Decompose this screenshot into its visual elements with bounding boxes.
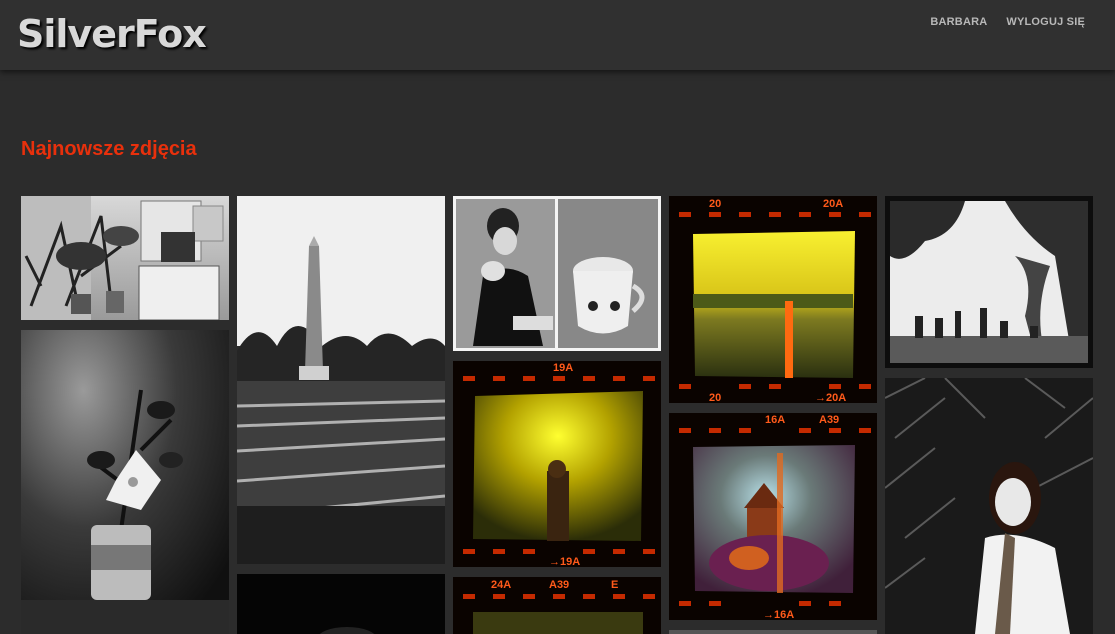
film-label: A39: [549, 579, 569, 591]
photo-diptych-tea[interactable]: [453, 196, 661, 351]
photo-trees-picnic[interactable]: [885, 196, 1093, 368]
photo-flower-jar[interactable]: [21, 330, 229, 634]
film-label: A39: [819, 414, 839, 426]
photo-film-lake[interactable]: 20 20A 20 →20A: [669, 196, 877, 403]
site-logo[interactable]: SilverFox: [17, 12, 207, 56]
film-label: 20A: [823, 198, 843, 210]
film-label: →20A: [815, 392, 846, 403]
film-label: →16A: [763, 609, 794, 620]
page-title: Najnowsze zdjęcia: [21, 138, 197, 160]
photo-film-figure[interactable]: 19A →19A: [453, 361, 661, 567]
film-label: E: [611, 579, 618, 591]
film-label: →19A: [549, 556, 580, 567]
photo-plants-interior[interactable]: [21, 196, 229, 320]
user-nav: BARBARA WYLOGUJ SIĘ: [930, 16, 1085, 28]
photo-film-house[interactable]: 16A A39 →16A: [669, 413, 877, 620]
nav-user-link[interactable]: BARBARA: [930, 16, 987, 28]
photo-dark[interactable]: [237, 574, 445, 634]
film-label: 20: [709, 198, 721, 210]
film-label: 16A: [765, 414, 785, 426]
film-label: 24A: [491, 579, 511, 591]
nav-logout-link[interactable]: WYLOGUJ SIĘ: [1006, 16, 1085, 28]
top-bar: SilverFox BARBARA WYLOGUJ SIĘ: [0, 0, 1115, 70]
photo-portrait-woman[interactable]: [885, 378, 1093, 634]
photo-partial[interactable]: [669, 630, 877, 634]
photo-obelisk-cemetery[interactable]: [237, 196, 445, 564]
film-label: 20: [709, 392, 721, 403]
photo-film-strip[interactable]: 24A A39 E: [453, 577, 661, 634]
film-label: 19A: [553, 362, 573, 374]
